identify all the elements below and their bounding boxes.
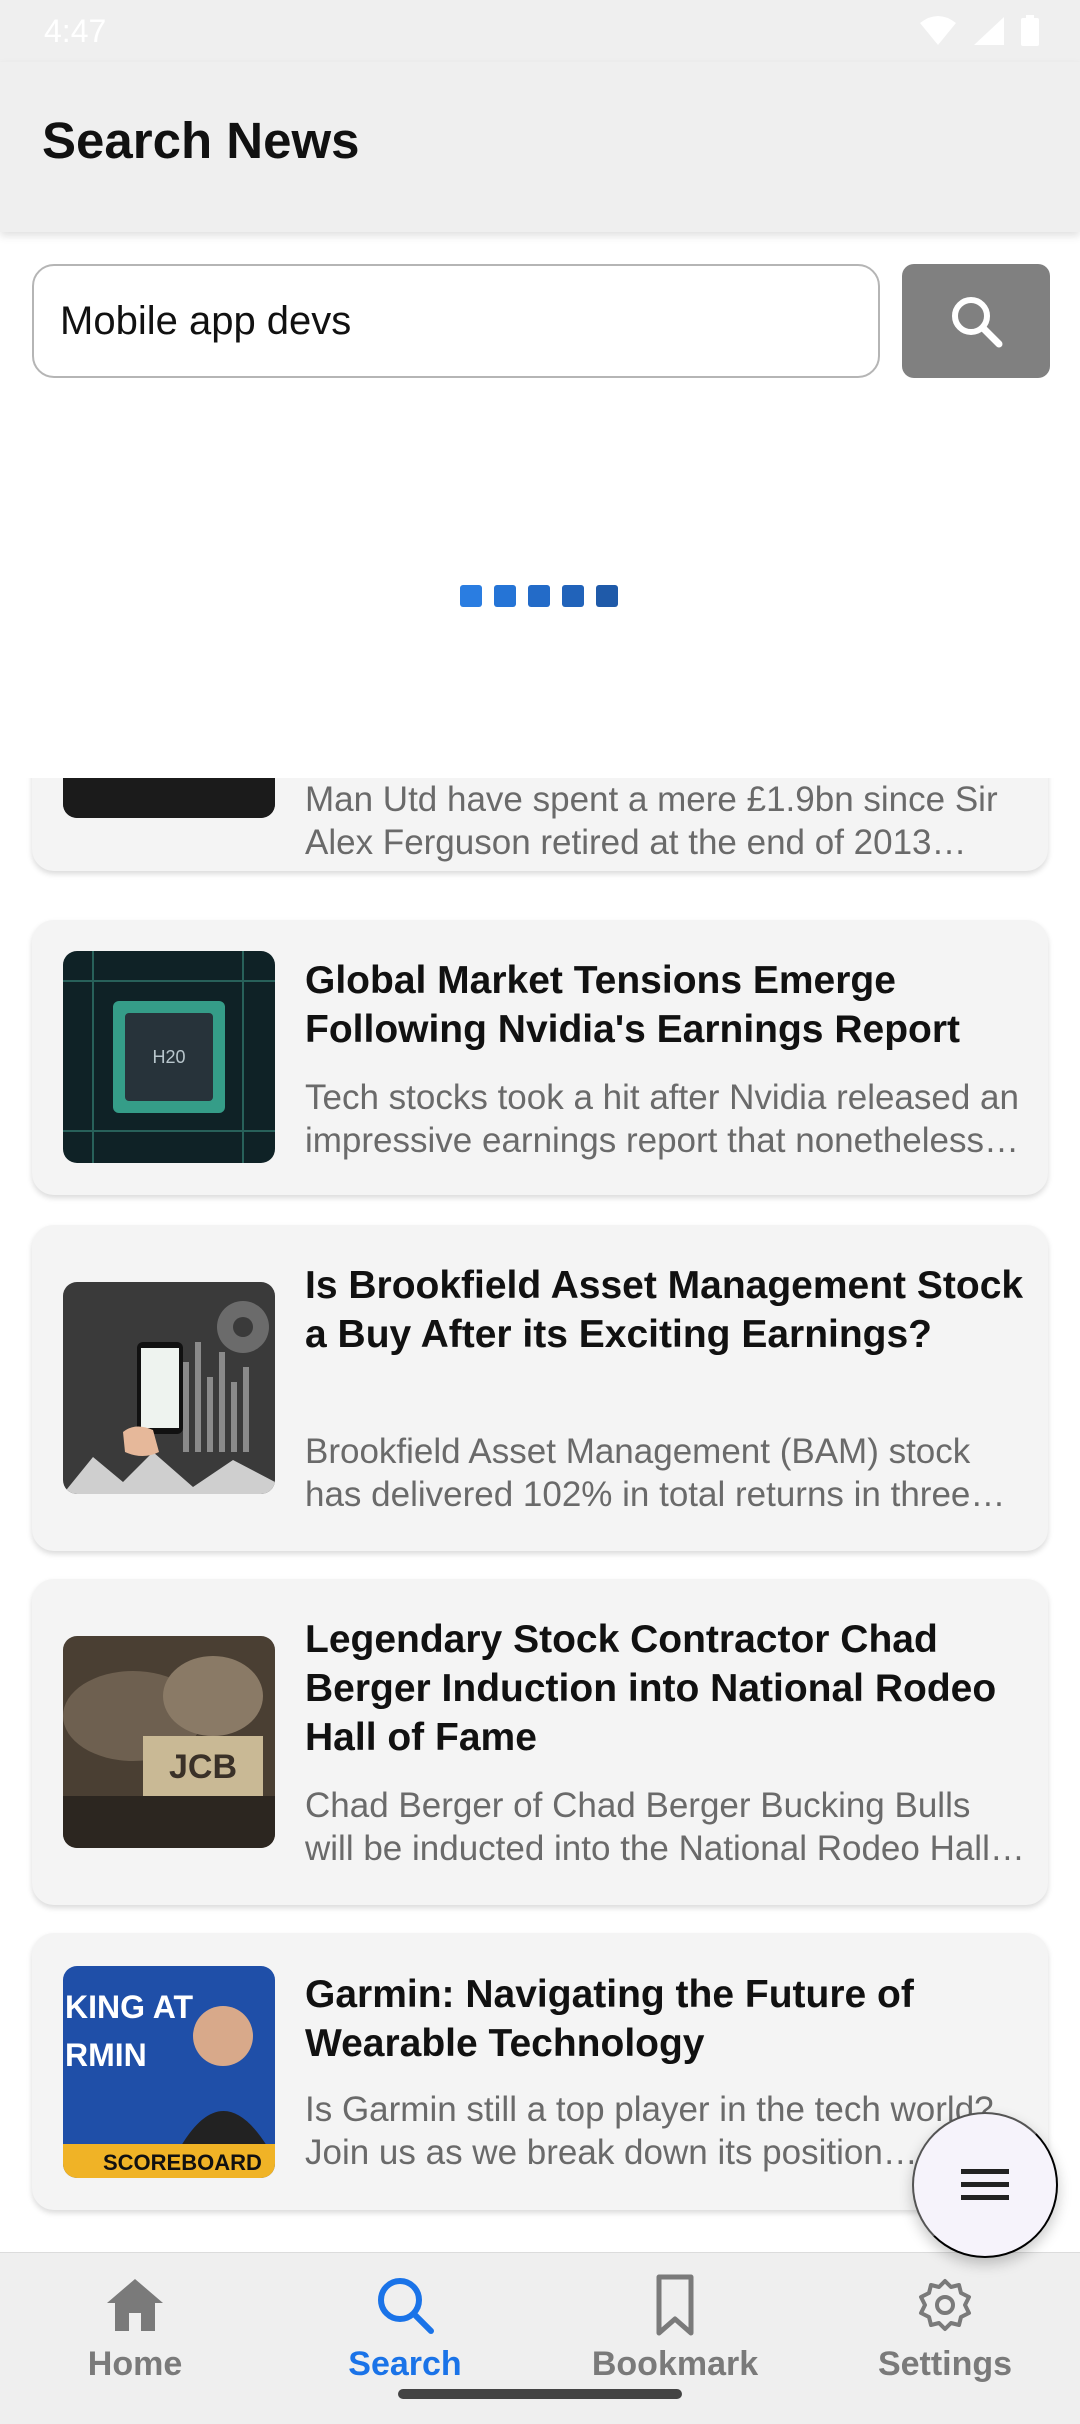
nav-item-settings[interactable]: Settings xyxy=(810,2253,1080,2424)
news-card[interactable]: Man Utd have spent a mere £1.9bn since S… xyxy=(32,778,1048,871)
search-button[interactable] xyxy=(902,264,1050,378)
status-icons xyxy=(918,15,1040,47)
thumb-text: SCOREBOARD xyxy=(103,2150,262,2175)
news-card[interactable]: Is Brookfield Asset Management Stock a B… xyxy=(32,1225,1048,1551)
nav-label: Home xyxy=(87,2345,183,2383)
search-input[interactable] xyxy=(32,264,880,378)
status-bar: 4:47 xyxy=(0,0,1080,62)
nav-item-home[interactable]: Home xyxy=(0,2253,270,2424)
search-icon xyxy=(378,2278,434,2334)
article-description: Man Utd have spent a mere £1.9bn since S… xyxy=(305,780,998,862)
chip-label: H20 xyxy=(152,1047,185,1067)
article-description: Tech stocks took a hit after Nvidia rele… xyxy=(305,1078,1019,1160)
article-title: Garmin: Navigating the Future of Wearabl… xyxy=(305,1973,914,2065)
loader-dot xyxy=(494,585,516,607)
search-icon xyxy=(952,297,1003,348)
news-card[interactable]: H20 Global Market Tensions Emerge Follow… xyxy=(32,920,1048,1195)
wifi-icon xyxy=(920,16,956,45)
page-title: Search News xyxy=(42,111,360,169)
article-title: Legendary Stock Contractor Chad Berger I… xyxy=(305,1618,997,1759)
article-thumbnail xyxy=(63,1282,275,1494)
status-time: 4:47 xyxy=(44,12,107,49)
news-card[interactable]: KING AT RMIN SCOREBOARD Garmin: Navigati… xyxy=(32,1933,1048,2210)
article-title: Global Market Tensions Emerge Following … xyxy=(305,959,961,1051)
menu-icon xyxy=(961,2169,1009,2200)
thumb-text: RMIN xyxy=(65,2037,147,2073)
nav-label: Bookmark xyxy=(591,2345,759,2383)
nav-label: Search xyxy=(348,2345,462,2383)
search-row xyxy=(32,264,1050,378)
loader-dot xyxy=(460,585,482,607)
article-title: Is Brookfield Asset Management Stock a B… xyxy=(305,1264,1024,1356)
loader-dot xyxy=(562,585,584,607)
news-card[interactable]: JCB Legendary Stock Contractor Chad Berg… xyxy=(32,1579,1048,1905)
app-bar: Search News xyxy=(0,62,1080,232)
loader-dot xyxy=(596,585,618,607)
article-description: Chad Berger of Chad Berger Bucking Bulls… xyxy=(305,1786,1025,1868)
battery-icon xyxy=(1021,15,1039,46)
article-thumbnail xyxy=(63,778,275,818)
home-indicator xyxy=(398,2389,682,2399)
bookmark-icon xyxy=(656,2274,694,2336)
settings-icon xyxy=(919,2279,971,2331)
article-description: Brookfield Asset Management (BAM) stock … xyxy=(305,1432,1006,1514)
home-icon xyxy=(107,2279,163,2331)
banner-text: JCB xyxy=(169,1748,237,1786)
menu-fab[interactable] xyxy=(912,2112,1058,2258)
signal-icon xyxy=(974,17,1004,45)
nav-label: Settings xyxy=(877,2345,1013,2383)
loader-dot xyxy=(528,585,550,607)
news-feed[interactable]: Man Utd have spent a mere £1.9bn since S… xyxy=(0,778,1080,2252)
article-thumbnail: JCB xyxy=(63,1636,275,1848)
loading-indicator xyxy=(460,585,618,607)
article-thumbnail: KING AT RMIN SCOREBOARD xyxy=(63,1966,275,2178)
article-thumbnail: H20 xyxy=(63,951,275,1163)
thumb-text: KING AT xyxy=(65,1989,193,2025)
